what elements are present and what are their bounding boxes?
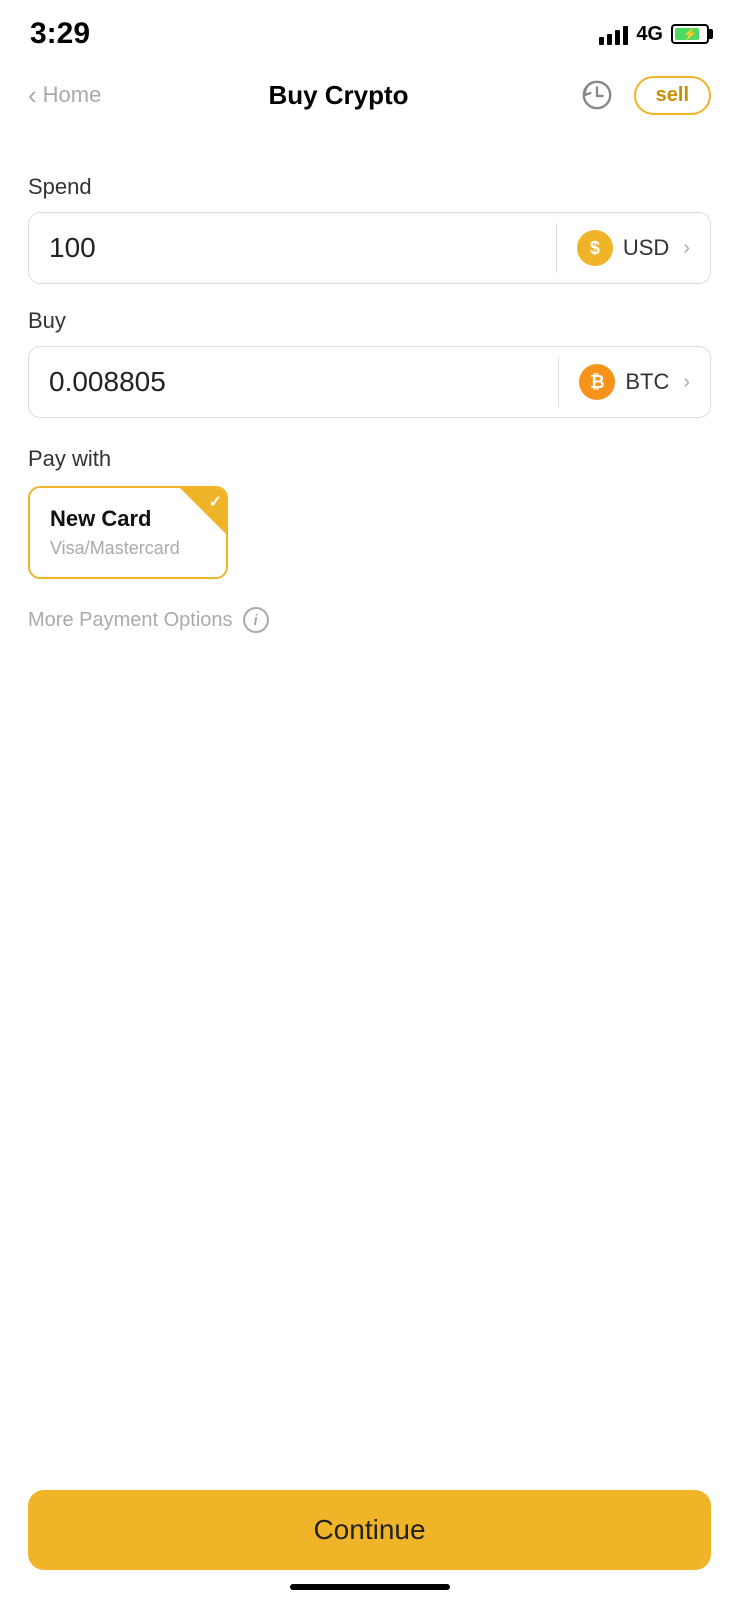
payment-card[interactable]: ✓ New Card Visa/Mastercard bbox=[28, 486, 228, 579]
home-indicator bbox=[290, 1584, 450, 1590]
spend-amount-input[interactable] bbox=[29, 232, 556, 264]
buy-input-row: ₿ BTC › bbox=[28, 346, 711, 418]
usd-icon: $ bbox=[577, 230, 613, 266]
main-content: Spend $ USD › Buy ₿ BTC › Pay with ✓ New… bbox=[0, 130, 739, 1600]
status-time: 3:29 bbox=[30, 17, 90, 51]
buy-currency-name: BTC bbox=[625, 369, 669, 395]
status-bar: 3:29 4G ⚡ bbox=[0, 0, 739, 60]
nav-actions: sell bbox=[576, 74, 711, 116]
history-button[interactable] bbox=[576, 74, 618, 116]
spend-currency-chevron-icon: › bbox=[683, 237, 690, 260]
continue-button[interactable]: Continue bbox=[28, 1490, 711, 1570]
spend-input-row: $ USD › bbox=[28, 212, 711, 284]
back-label: Home bbox=[43, 82, 102, 108]
sell-button[interactable]: sell bbox=[634, 76, 711, 115]
buy-amount-input[interactable] bbox=[29, 366, 558, 398]
back-button[interactable]: ‹ Home bbox=[28, 82, 101, 108]
buy-currency-selector[interactable]: ₿ BTC › bbox=[559, 364, 710, 400]
btc-icon: ₿ bbox=[579, 364, 615, 400]
payment-card-subtitle: Visa/Mastercard bbox=[50, 538, 206, 559]
buy-label: Buy bbox=[28, 308, 711, 334]
info-icon: i bbox=[243, 607, 269, 633]
signal-bars-icon bbox=[599, 23, 628, 45]
continue-footer: Continue bbox=[0, 1474, 739, 1600]
more-options-text: More Payment Options bbox=[28, 609, 233, 632]
page-title: Buy Crypto bbox=[268, 80, 408, 111]
pay-with-label: Pay with bbox=[28, 446, 711, 472]
payment-card-check-icon: ✓ bbox=[209, 492, 222, 512]
battery-icon: ⚡ bbox=[671, 24, 709, 44]
history-icon bbox=[580, 78, 614, 112]
back-chevron-icon: ‹ bbox=[28, 82, 37, 108]
network-label: 4G bbox=[636, 23, 663, 46]
nav-bar: ‹ Home Buy Crypto sell bbox=[0, 60, 739, 130]
more-payment-options[interactable]: More Payment Options i bbox=[28, 607, 711, 633]
spend-currency-selector[interactable]: $ USD › bbox=[557, 230, 710, 266]
spend-currency-name: USD bbox=[623, 235, 669, 261]
status-icons: 4G ⚡ bbox=[599, 23, 709, 46]
buy-currency-chevron-icon: › bbox=[683, 371, 690, 394]
spend-label: Spend bbox=[28, 174, 711, 200]
